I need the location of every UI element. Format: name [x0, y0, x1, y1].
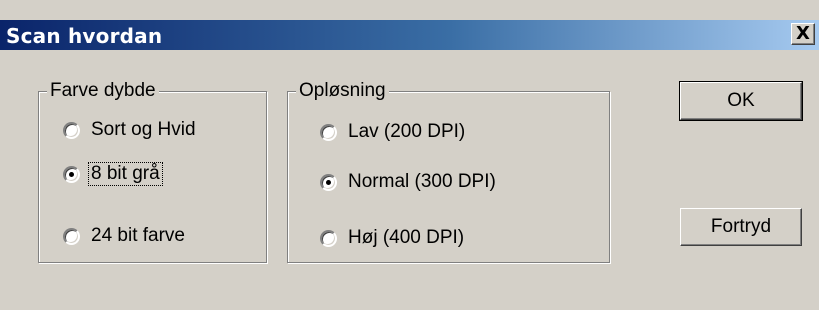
window-title: Scan hvordan [6, 24, 163, 48]
radio-normal-dpi[interactable]: Normal (300 DPI) [320, 168, 498, 196]
radio-label: 24 bit farve [91, 225, 185, 246]
radio-button[interactable] [320, 229, 337, 247]
radio-8bit-gray[interactable]: 8 bit grå [63, 160, 163, 188]
radio-24bit-color[interactable]: 24 bit farve [63, 222, 187, 250]
ok-button[interactable]: OK [679, 81, 803, 121]
radio-label: Høj (400 DPI) [348, 227, 465, 248]
color-depth-group: Farve dybde Sort og Hvid 8 bit grå 24 bi… [38, 79, 267, 263]
radio-label: 8 bit grå [88, 162, 163, 186]
radio-label: Lav (200 DPI) [348, 121, 466, 142]
cancel-button[interactable]: Fortryd [680, 208, 802, 246]
radio-label: Sort og Hvid [91, 119, 196, 140]
close-button[interactable]: X [791, 23, 815, 45]
radio-high-dpi[interactable]: Høj (400 DPI) [320, 224, 466, 252]
radio-button[interactable] [320, 123, 337, 141]
title-bar[interactable]: Scan hvordan X [0, 20, 819, 50]
resolution-label: Opløsning [296, 79, 389, 103]
resolution-group: Opløsning Lav (200 DPI) Normal (300 DPI)… [287, 79, 610, 263]
radio-button[interactable] [63, 121, 80, 139]
radio-label: Normal (300 DPI) [348, 171, 496, 192]
radio-button[interactable] [63, 165, 80, 183]
scan-dialog: Scan hvordan X Farve dybde Sort og Hvid … [0, 0, 819, 310]
radio-low-dpi[interactable]: Lav (200 DPI) [320, 118, 467, 146]
radio-button[interactable] [63, 227, 80, 245]
radio-black-white[interactable]: Sort og Hvid [63, 116, 198, 144]
close-icon: X [796, 23, 810, 44]
color-depth-label: Farve dybde [47, 79, 159, 103]
radio-button[interactable] [320, 173, 337, 191]
